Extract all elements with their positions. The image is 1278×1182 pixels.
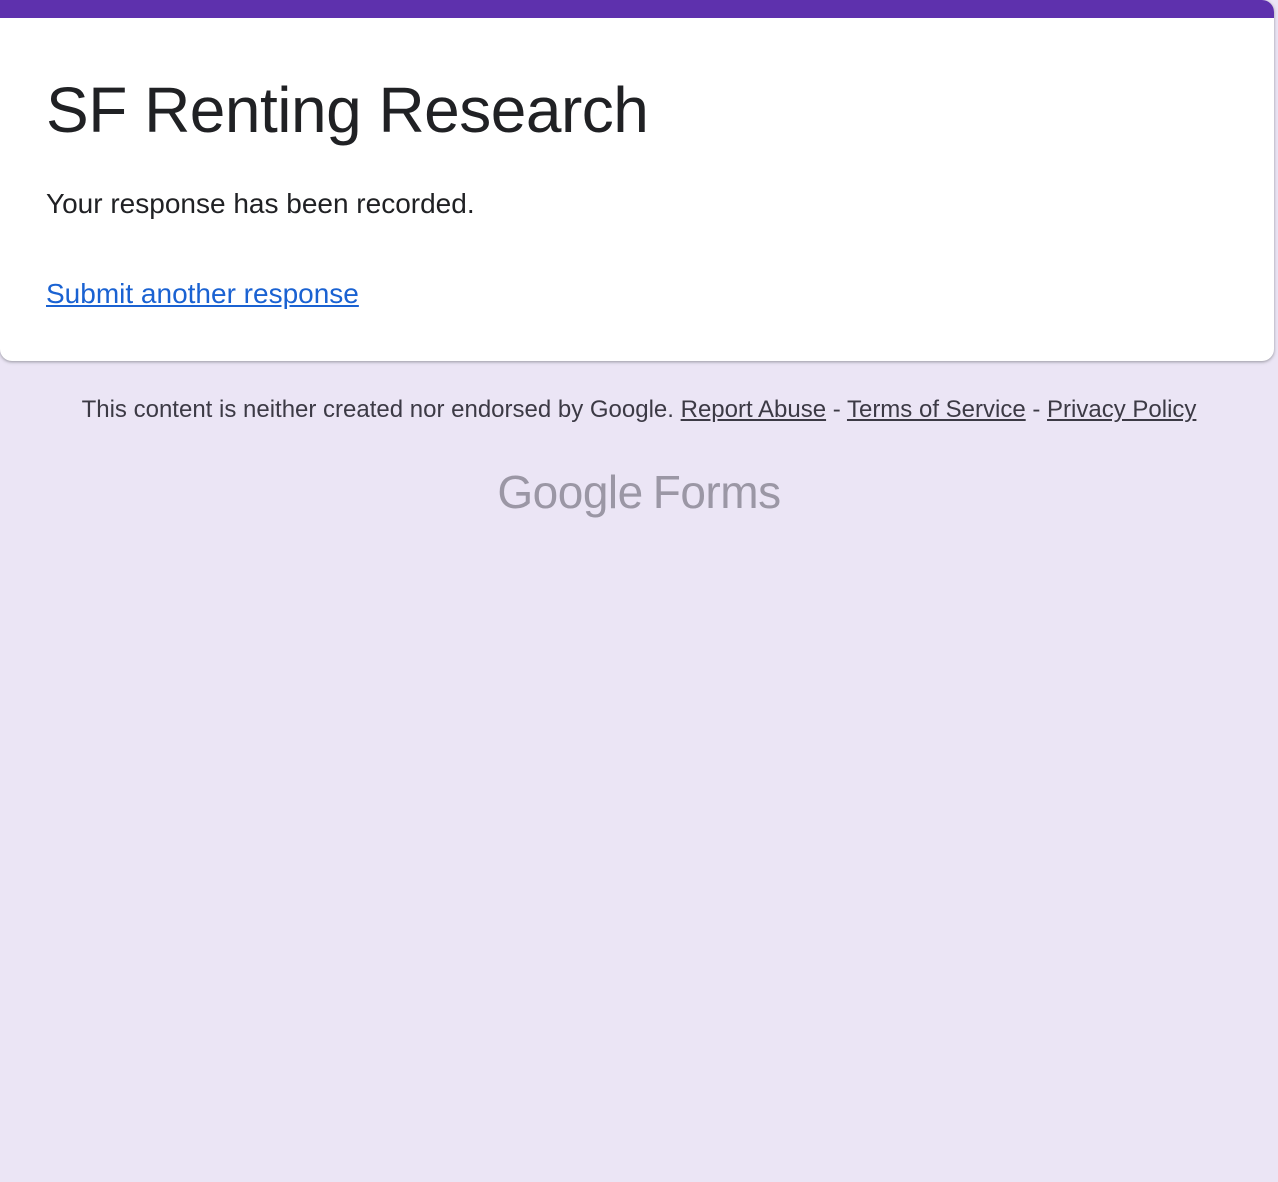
- privacy-policy-link[interactable]: Privacy Policy: [1047, 396, 1196, 423]
- footer-separator: -: [832, 396, 841, 423]
- footer-disclaimer: This content is neither created nor endo…: [0, 392, 1278, 428]
- confirmation-message: Your response has been recorded.: [46, 188, 475, 219]
- footer-separator: -: [1032, 396, 1041, 423]
- report-abuse-link[interactable]: Report Abuse: [681, 396, 826, 423]
- logo-forms-text: Forms: [652, 466, 781, 518]
- submit-another-response-link[interactable]: Submit another response: [46, 276, 359, 312]
- google-forms-logo[interactable]: Google Forms: [0, 462, 1278, 522]
- form-card: SF Renting Research Your response has be…: [0, 0, 1274, 361]
- form-title: SF Renting Research: [46, 74, 649, 146]
- card-accent-bar: [0, 0, 1274, 18]
- logo-google-text: Google: [497, 466, 643, 518]
- disclaimer-text: This content is neither created nor endo…: [81, 396, 674, 423]
- terms-of-service-link[interactable]: Terms of Service: [847, 396, 1026, 423]
